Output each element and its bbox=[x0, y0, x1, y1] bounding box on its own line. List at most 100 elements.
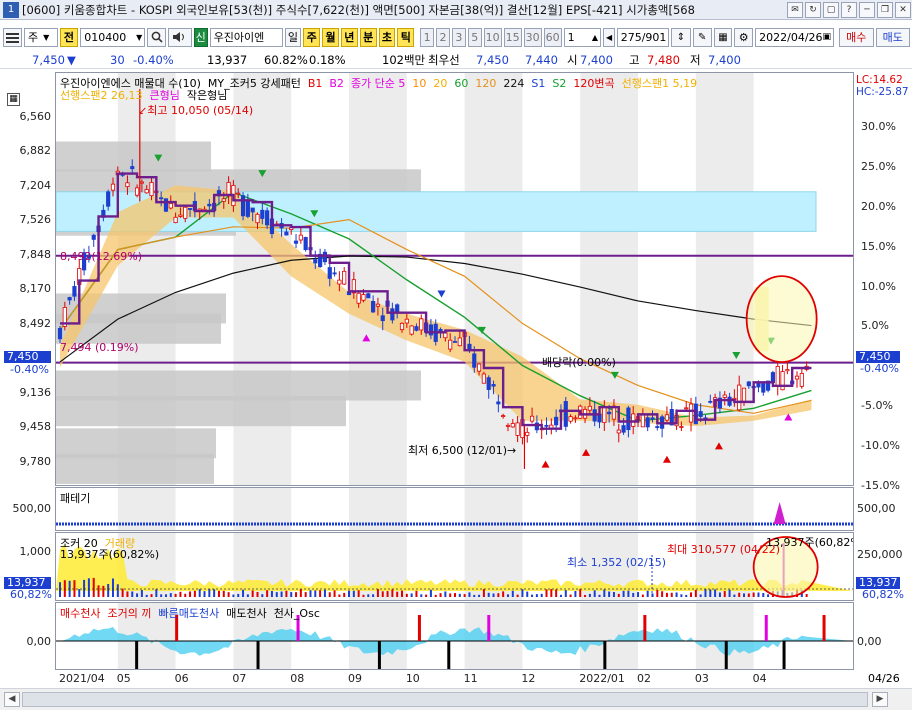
osc-legend-item-3: 매도천사 bbox=[226, 607, 267, 620]
candle-body bbox=[284, 231, 289, 236]
scroll-left-icon[interactable]: ◀ bbox=[4, 692, 20, 707]
minute-1[interactable]: 1 bbox=[420, 27, 435, 47]
candle-body bbox=[327, 267, 332, 279]
date-input[interactable]: 2022/04/26 ▣ bbox=[755, 27, 835, 47]
refresh-icon[interactable]: ↻ bbox=[805, 1, 821, 18]
price-panel[interactable]: 우진아이엔에스 매물대 수(10) MY_조커5 강세패턴 B1 B2 종가 단순 51… bbox=[55, 72, 854, 486]
candle-body bbox=[67, 297, 72, 301]
volume-bar bbox=[184, 593, 187, 597]
minute-3[interactable]: 3 bbox=[451, 27, 466, 47]
minute-5[interactable]: 5 bbox=[467, 27, 482, 47]
volume-bar bbox=[367, 594, 370, 597]
prev-page-icon[interactable]: ◀ bbox=[603, 27, 616, 47]
buy-button[interactable]: 매수 bbox=[839, 27, 874, 47]
minute-30[interactable]: 30 bbox=[523, 27, 542, 47]
volume-bar bbox=[121, 588, 124, 597]
volume-bar bbox=[208, 589, 211, 597]
table-grid-icon: ▦ bbox=[718, 31, 728, 43]
pct-tick-label: 20.0% bbox=[861, 199, 896, 213]
x-tick-label: 2021/04 bbox=[59, 672, 105, 685]
osc-axis-right: 0,00 bbox=[857, 635, 882, 648]
volume-bar bbox=[246, 594, 249, 597]
volume-bar bbox=[747, 593, 750, 597]
sound-icon[interactable] bbox=[168, 27, 192, 47]
osc-legend-item-1: 조거의 끼 bbox=[107, 607, 152, 620]
new-tag-button[interactable]: 신 bbox=[193, 27, 208, 47]
volume-bar bbox=[574, 591, 577, 597]
volume-bar bbox=[637, 592, 640, 597]
oscillator-panel[interactable]: 매수천사 조거의 끼 빠른매도천사 매도천사 천사_Osc bbox=[55, 602, 854, 670]
scroll-right-icon[interactable]: ▶ bbox=[872, 692, 888, 707]
interval-minute[interactable]: 분 bbox=[359, 27, 377, 47]
volume-bar bbox=[275, 592, 278, 597]
best-bid: 7,440 bbox=[525, 53, 558, 67]
volume-bar bbox=[333, 590, 336, 597]
draw-icon[interactable]: ✎ bbox=[692, 27, 712, 47]
volume-bar bbox=[665, 592, 668, 597]
help-icon[interactable]: ? bbox=[841, 1, 857, 18]
horizontal-scrollbar[interactable]: ◀ ▶ bbox=[0, 688, 912, 710]
minute-10[interactable]: 10 bbox=[483, 27, 502, 47]
volume-bar bbox=[386, 591, 389, 597]
count-input[interactable]: 1 ▲ bbox=[563, 27, 602, 47]
frame-icon[interactable]: ▢ bbox=[823, 1, 839, 18]
menu-toggle-icon[interactable] bbox=[3, 27, 22, 47]
minute-2[interactable]: 2 bbox=[436, 27, 450, 47]
volume-bar bbox=[752, 592, 755, 597]
interval-month[interactable]: 월 bbox=[322, 27, 339, 47]
pattern-panel[interactable]: 패테기 bbox=[55, 487, 854, 531]
volume-bar bbox=[550, 589, 553, 597]
settings-icon[interactable]: ⚙ bbox=[734, 27, 754, 47]
legend-item-8: 120 bbox=[475, 77, 497, 90]
sell-button[interactable]: 매도 bbox=[875, 27, 911, 47]
candle-body bbox=[72, 286, 77, 297]
scroll-thumb[interactable] bbox=[22, 692, 868, 707]
candle-body bbox=[356, 292, 361, 304]
restore-icon[interactable]: ❐ bbox=[877, 1, 893, 18]
interval-week[interactable]: 주 bbox=[303, 27, 321, 47]
volume-bar bbox=[598, 594, 601, 597]
minute-60[interactable]: 60 bbox=[543, 27, 562, 47]
annotation-high: ↙최고 10,050 (05/14) bbox=[138, 104, 254, 117]
period-select-value: 주 bbox=[28, 31, 39, 44]
interval-second[interactable]: 초 bbox=[378, 27, 396, 47]
candle-body bbox=[640, 414, 645, 428]
period-select[interactable]: 주 ▼ bbox=[24, 27, 58, 47]
interval-year[interactable]: 년 bbox=[340, 27, 358, 47]
volume-bar bbox=[622, 590, 625, 597]
price-chart bbox=[56, 73, 853, 485]
sell-signal-bar bbox=[135, 641, 139, 669]
volume-bar bbox=[516, 594, 519, 597]
mail-icon[interactable]: ✉ bbox=[787, 1, 803, 18]
close-icon[interactable]: ✕ bbox=[895, 1, 911, 18]
minute-15[interactable]: 15 bbox=[503, 27, 522, 47]
volume-bar bbox=[429, 589, 432, 597]
x-tick-label: 02 bbox=[637, 672, 652, 685]
volume-bar bbox=[487, 592, 490, 597]
volume-bar bbox=[362, 594, 365, 597]
minimize-icon[interactable]: ─ bbox=[859, 1, 875, 18]
volume-bar bbox=[463, 594, 466, 597]
grid-icon[interactable]: ▦ bbox=[713, 27, 733, 47]
gear-icon: ⚙ bbox=[738, 30, 749, 44]
code-input[interactable]: 010400 ▼ bbox=[80, 27, 146, 47]
volume-panel[interactable]: 조커 20 거래량 13,937주(60,82%) 최소 1,352 (02/15… bbox=[55, 532, 854, 601]
y-tick-label: 9,136 bbox=[19, 385, 52, 399]
candle-body bbox=[236, 192, 241, 195]
signal-arrow-up bbox=[541, 460, 550, 468]
search-icon[interactable] bbox=[147, 27, 166, 47]
interval-tick[interactable]: 틱 bbox=[397, 27, 415, 47]
candle-body bbox=[664, 414, 670, 421]
candle-body bbox=[187, 208, 193, 210]
zoom-icon[interactable]: ⇕ bbox=[671, 27, 691, 47]
candle-body bbox=[221, 198, 226, 202]
panel-menu-icon[interactable]: ▦ bbox=[7, 93, 20, 106]
all-button[interactable]: 전 bbox=[59, 27, 79, 47]
osc-legend-item-4: 천사_Osc bbox=[273, 607, 320, 620]
candle-body bbox=[496, 401, 501, 405]
volume-bar bbox=[762, 593, 765, 597]
interval-day[interactable]: 일 bbox=[284, 27, 302, 47]
pattern-axis-left: 500,00 bbox=[12, 502, 52, 515]
volume-bar bbox=[728, 589, 731, 597]
candle-body bbox=[371, 300, 376, 313]
